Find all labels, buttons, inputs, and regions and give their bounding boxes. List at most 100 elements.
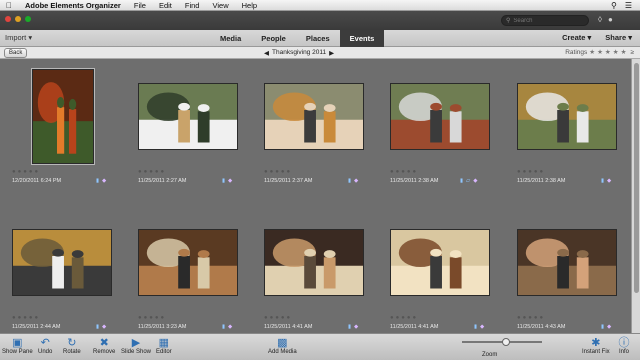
album-badge-icon[interactable]: ▮ [474,324,477,330]
view-tabs-bar: Import ▾ Media People Places Events Crea… [0,30,640,47]
rotate-button[interactable]: ↻ Rotate [63,336,81,356]
photo-thumbnail-cell[interactable]: ●●●●● 11/25/2011 2:27 AM ▮ ◆ [138,69,248,187]
zoom-slider-knob[interactable] [502,338,510,346]
photo-rating-stars[interactable]: ●●●●● [390,315,418,321]
user-account-icon[interactable]: ● [608,15,613,24]
share-dropdown[interactable]: Share ▾ [605,33,632,42]
show-pane-button[interactable]: ▣ Show Pane [2,336,33,356]
photo-thumbnail[interactable] [390,83,490,150]
previous-event-icon[interactable]: ◀ [264,49,269,57]
photo-thumbnail[interactable] [390,229,490,296]
photo-rating-stars[interactable]: ●●●●● [138,315,166,321]
photo-thumbnail[interactable] [517,83,617,150]
menu-view[interactable]: View [212,1,228,10]
album-badge-icon[interactable]: ▮ [222,178,225,184]
menu-find[interactable]: Find [185,1,200,10]
zoom-window-button[interactable] [25,16,31,22]
album-badge-icon[interactable]: ▮ [222,324,225,330]
tag-badge-icon[interactable]: ◆ [607,324,611,330]
album-badge-icon[interactable]: ▮ [96,178,99,184]
photo-rating-stars[interactable]: ●●●●● [138,169,166,175]
remove-button[interactable]: ✖ Remove [93,336,115,356]
tag-badge-icon[interactable]: ◆ [473,178,477,184]
ratings-stars[interactable]: ★★★★★ [589,48,628,56]
photo-thumbnail-cell[interactable]: ●●●●● 11/25/2011 2:38 AM ▮ ◆ [517,69,627,187]
tab-places[interactable]: Places [296,30,340,47]
info-button[interactable]: ⓘ Info [617,336,631,355]
photo-thumbnail[interactable] [138,229,238,296]
album-badge-icon[interactable]: ▮ [348,178,351,184]
tab-events[interactable]: Events [339,30,385,47]
album-badge-icon[interactable]: ▮ [460,178,463,184]
minimize-window-button[interactable] [15,16,21,22]
photo-rating-stars[interactable]: ●●●●● [264,315,292,321]
album-badge-icon[interactable]: ▮ [601,178,604,184]
create-dropdown[interactable]: Create ▾ [562,33,591,42]
photo-thumbnail-cell[interactable]: ●●●●● 11/25/2011 2:44 AM ▮ ◆ [12,215,122,333]
tag-badge-icon[interactable]: ◆ [228,324,232,330]
photo-thumbnail-cell[interactable]: ●●●●● 11/25/2011 2:38 AM ▮ ▱ ◆ [390,69,500,187]
menu-help[interactable]: Help [242,1,257,10]
photo-thumbnail-cell[interactable]: ●●●●● 12/20/2011 6:24 PM ▮ ◆ [12,69,122,187]
undo-button[interactable]: ↶ Undo [38,336,52,356]
photo-thumbnail-cell[interactable]: ●●●●● 11/25/2011 4:43 AM ▮ ◆ [517,215,627,333]
photo-thumbnail[interactable] [12,229,112,296]
next-event-icon[interactable]: ▶ [329,49,334,57]
photo-thumbnail[interactable] [264,229,364,296]
ratings-operator-icon[interactable]: ≥ [630,49,634,56]
photo-thumbnail-cell[interactable]: ●●●●● 11/25/2011 3:23 AM ▮ ◆ [138,215,248,333]
album-badge-icon[interactable]: ▮ [96,324,99,330]
add-media-button[interactable]: ▩ Add Media [268,336,297,356]
album-badge-icon[interactable]: ▮ [348,324,351,330]
photo-rating-stars[interactable]: ●●●●● [517,315,545,321]
photo-thumbnail[interactable] [517,229,617,296]
menu-edit[interactable]: Edit [159,1,172,10]
album-badge-icon[interactable]: ▮ [601,324,604,330]
photo-date: 11/25/2011 2:38 AM [390,178,439,184]
grid-scrollbar[interactable] [631,59,640,333]
photo-rating-stars[interactable]: ●●●●● [390,169,418,175]
photo-date: 11/25/2011 2:27 AM [138,178,187,184]
photo-thumbnail[interactable] [138,83,238,150]
stack-badge-icon[interactable]: ▱ [466,178,470,184]
bottom-toolbar: ▣ Show Pane ↶ Undo ↻ Rotate ✖ Remove ▶ S… [0,333,640,360]
import-dropdown[interactable]: Import ▾ [5,33,32,42]
menu-file[interactable]: File [134,1,146,10]
apple-menu-icon[interactable]:  [6,1,12,10]
photo-thumbnail-cell[interactable]: ●●●●● 11/25/2011 2:37 AM ▮ ◆ [264,69,374,187]
editor-icon: ▦ [158,336,170,349]
spotlight-icon[interactable]: ⚲ [611,1,617,10]
photo-thumbnail-cell[interactable]: ●●●●● 11/25/2011 4:41 AM ▮ ◆ [264,215,374,333]
photo-grid: ●●●●● 12/20/2011 6:24 PM ▮ ◆ ●●●●● 11/25/2011… [0,59,631,333]
instant-fix-button[interactable]: ✱ Instant Fix [582,336,610,356]
notification-bell-icon[interactable]: ◊ [598,15,602,24]
photo-badges: ▮ ◆ [601,324,611,330]
tag-badge-icon[interactable]: ◆ [354,324,358,330]
photo-rating-stars[interactable]: ●●●●● [264,169,292,175]
search-box[interactable]: ⚲ [501,15,589,26]
tag-badge-icon[interactable]: ◆ [102,178,106,184]
photo-date: 11/25/2011 4:41 AM [264,324,313,330]
photo-rating-stars[interactable]: ●●●●● [12,169,40,175]
tab-media[interactable]: Media [210,30,251,47]
tag-badge-icon[interactable]: ◆ [607,178,611,184]
app-name-menu[interactable]: Adobe Elements Organizer [25,1,121,10]
tag-badge-icon[interactable]: ◆ [102,324,106,330]
tab-people[interactable]: People [251,30,296,47]
tag-badge-icon[interactable]: ◆ [354,178,358,184]
tag-badge-icon[interactable]: ◆ [228,178,232,184]
search-input[interactable] [513,17,580,24]
photo-thumbnail[interactable] [32,69,94,164]
notification-list-icon[interactable]: ☰ [625,1,632,10]
back-button[interactable]: Back [4,48,28,58]
zoom-slider[interactable] [462,338,542,346]
photo-thumbnail[interactable] [264,83,364,150]
tag-badge-icon[interactable]: ◆ [480,324,484,330]
photo-rating-stars[interactable]: ●●●●● [517,169,545,175]
editor-button[interactable]: ▦ Editor [156,336,172,356]
photo-thumbnail-cell[interactable]: ●●●●● 11/25/2011 4:41 AM ▮ ◆ [390,215,500,333]
close-window-button[interactable] [5,16,11,22]
scrollbar-thumb[interactable] [634,63,639,293]
slide-show-button[interactable]: ▶ Slide Show [121,336,151,356]
photo-rating-stars[interactable]: ●●●●● [12,315,40,321]
